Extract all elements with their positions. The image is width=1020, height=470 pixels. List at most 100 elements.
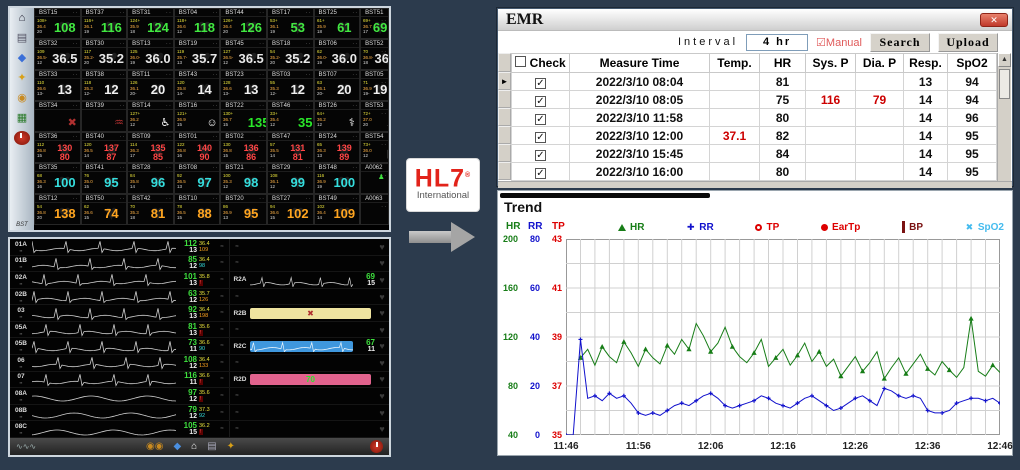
patient-tile[interactable]: BST23· ·12836.613-♥13 — [220, 70, 267, 101]
patient-tile[interactable]: BST13· ·12536.0-19♥36.0 — [127, 39, 174, 70]
patient-tile[interactable]: BST38· ·11835.312-♥12 — [81, 70, 128, 101]
table-row[interactable]: ✓2022/3/10 15:45841495 — [512, 145, 997, 163]
search-button[interactable]: Search — [870, 33, 930, 52]
patient-tile[interactable]: BST20· ·8636.913♥95 — [220, 194, 267, 225]
patient-tile[interactable]: BST18· ·5435.2-20♥35.2 — [267, 39, 314, 70]
database-icon[interactable]: ▦ — [14, 111, 30, 125]
patient-tile[interactable]: BST39· ·♒ — [81, 101, 128, 132]
keys-icon[interactable]: ✦ — [227, 441, 235, 452]
patient-tile[interactable]: BST19· ·11935.7-13♥35.7 — [174, 39, 221, 70]
patient-tile[interactable]: BST50· ·6236.615♥74 — [81, 194, 128, 225]
patient-tile[interactable]: BST21· ·10035.312♥98 — [220, 163, 267, 194]
patient-tile[interactable]: BST22· ·130+36.715135 — [220, 101, 267, 132]
alarm-banner[interactable]: 70 — [250, 374, 371, 385]
bedside-row[interactable]: 07▪▪1161136.6!≈R2D70♥ — [10, 372, 389, 389]
table-row[interactable]: ✓2022/3/10 08:04811394 — [512, 73, 997, 91]
patient-tile[interactable]: BST53· ·72+37.020⚠ — [360, 101, 389, 132]
patient-tile[interactable]: BST09· ·11436.317♥13585 — [127, 132, 174, 163]
table-row[interactable]: ✓2022/3/10 08:0575116791494 — [512, 91, 997, 109]
row-checkbox[interactable]: ✓ — [535, 96, 546, 107]
patient-tile[interactable]: BST45· ·12736.5-12♥36.5 — [220, 39, 267, 70]
power-icon[interactable] — [14, 131, 30, 145]
patient-tile[interactable]: BST25· ·61+35.918♥61 — [314, 8, 361, 39]
patient-tile[interactable]: A0063· · — [360, 194, 389, 225]
patient-tile[interactable]: BST33· ·11036.613-♥13 — [34, 70, 81, 101]
patient-tile[interactable]: BST48· ·11636.919♥100 — [314, 163, 361, 194]
patient-tile[interactable]: BST11· ·12636.120-♥20 — [127, 70, 174, 101]
patient-tile[interactable]: BST12· ·5436.820♥138 — [34, 194, 81, 225]
power-icon[interactable] — [370, 440, 383, 453]
patient-tile[interactable]: BST37· ·116+36.119♥116 — [81, 8, 128, 39]
column-header[interactable]: Check — [512, 54, 570, 73]
bedside-row[interactable]: 01A▪▪1121336.4109≈≈♥ — [10, 239, 389, 256]
column-header[interactable]: Dia. P — [856, 54, 904, 73]
bedside-row[interactable]: 02B▪▪631235.7126≈≈♥ — [10, 289, 389, 306]
patient-tile[interactable]: BST27· ·9436.615♥102 — [267, 194, 314, 225]
patient-tile[interactable]: BST02· ·13036.815♥13686 — [220, 132, 267, 163]
patient-tile[interactable]: BST31· ·124+35.918♥124 — [127, 8, 174, 39]
patient-tile[interactable]: BST03· ·5535.312-♥12 — [267, 70, 314, 101]
scroll-up-arrow[interactable]: ▲ — [998, 53, 1011, 67]
patient-tile[interactable]: BST32· ·10936.5-12♥36.5 — [34, 39, 81, 70]
patient-tile[interactable]: BST42· ·7035.318♥81 — [127, 194, 174, 225]
horizontal-scrollbar[interactable] — [498, 181, 1012, 188]
patient-tile[interactable]: BST29· ·10836.112♥99 — [267, 163, 314, 194]
patient-tile[interactable]: A0062· ·♟ — [360, 163, 389, 194]
check-all-checkbox[interactable] — [515, 56, 526, 67]
column-header[interactable]: Temp. — [710, 54, 760, 73]
row-checkbox[interactable]: ✓ — [535, 150, 546, 161]
table-row[interactable]: ✓2022/3/10 11:58801496 — [512, 109, 997, 127]
row-selector[interactable] — [498, 162, 511, 180]
patient-tile[interactable]: BST08· ·9236.513♥97 — [174, 163, 221, 194]
patient-tile[interactable]: BST49· ·10236.414♥109 — [314, 194, 361, 225]
patient-tile[interactable]: BST30· ·11735.2-20♥35.2 — [81, 39, 128, 70]
interval-value-box[interactable]: 4 hr — [746, 34, 808, 51]
close-icon[interactable]: ✕ — [980, 13, 1008, 27]
patient-tile[interactable]: BST01· ·12236.816♥14090 — [174, 132, 221, 163]
bedside-row[interactable]: 01B▪▪851236.498≈≈♥ — [10, 256, 389, 273]
patient-tile[interactable]: BST28· ·8435.814♥96 — [127, 163, 174, 194]
bedside-row[interactable]: 08C▪▪1051536.2!≈≈♥ — [10, 421, 389, 438]
patient-tile[interactable]: BST35· ·6836.316♥100 — [34, 163, 81, 194]
row-selector[interactable] — [498, 108, 511, 126]
table-row[interactable]: ✓2022/3/10 12:0037.1821495 — [512, 127, 997, 145]
printer-icon[interactable]: ▤ — [207, 441, 216, 452]
patient-tile[interactable]: BST51· ·69+36.717♥69 — [360, 8, 389, 39]
patient-tile[interactable]: BST46· ·33+35.41235 — [267, 101, 314, 132]
disk-icon[interactable]: ◆ — [173, 441, 181, 452]
column-header[interactable]: Sys. P — [806, 54, 856, 73]
patient-tile[interactable]: BST17· ·53+36.119♥53 — [267, 8, 314, 39]
bedside-row[interactable]: 05A▪▪811335.6!≈≈♥ — [10, 322, 389, 339]
row-selector[interactable]: ► — [498, 72, 511, 90]
table-row[interactable]: ✓2022/3/10 16:00801495 — [512, 163, 997, 181]
upload-button[interactable]: Upload — [938, 33, 998, 52]
patient-tile[interactable]: BST36· ·11236.815♥13080 — [34, 132, 81, 163]
patient-tile[interactable]: BST52· ·7036.8-18♥36.8 — [360, 39, 389, 70]
patient-tile[interactable]: BST34· ·✖ — [34, 101, 81, 132]
patient-tile[interactable]: BST24· ·6536.313♥13989 — [314, 132, 361, 163]
row-selector[interactable] — [498, 90, 511, 108]
scrollbar-thumb[interactable] — [999, 69, 1010, 99]
home-icon[interactable]: ⌂ — [191, 441, 197, 452]
patient-tile[interactable]: BST43· ·12035.814-♥14 — [174, 70, 221, 101]
row-checkbox[interactable]: ✓ — [535, 114, 546, 125]
patient-tile[interactable]: BST47· ·5735.514♥13181 — [267, 132, 314, 163]
patient-tile[interactable]: BST10· ·7836.515♥88 — [174, 194, 221, 225]
patient-tile[interactable]: BST16· ·121+36.915☺ — [174, 101, 221, 132]
patient-tile[interactable]: BST54· ·73+36.012▤ — [360, 132, 389, 163]
row-checkbox[interactable]: ✓ — [535, 168, 546, 179]
bedside-row[interactable]: 08B▪▪791237.392≈≈♥ — [10, 405, 389, 422]
patient-tile[interactable]: BST26· ·64+36.212⚕ — [314, 101, 361, 132]
link-icon[interactable]: ◉◉ — [146, 441, 163, 452]
coins-icon[interactable]: ◉ — [14, 91, 30, 105]
patient-tile[interactable]: BST15· ·108+36.420♥108 — [34, 8, 81, 39]
column-header[interactable]: Measure Time — [570, 54, 710, 73]
vertical-scrollbar[interactable]: ▲ — [997, 53, 1011, 181]
patient-tile[interactable]: BST14· ·127+36.212♿ — [127, 101, 174, 132]
keys-icon[interactable]: ✦ — [14, 71, 30, 85]
bedside-row[interactable]: 02A▪▪1011335.8!≈R2A6915♥ — [10, 272, 389, 289]
row-checkbox[interactable]: ✓ — [535, 78, 546, 89]
row-selector[interactable] — [498, 126, 511, 144]
home-icon[interactable]: ⌂ — [14, 11, 30, 25]
leads-off-icon[interactable]: ✖ — [250, 308, 371, 319]
